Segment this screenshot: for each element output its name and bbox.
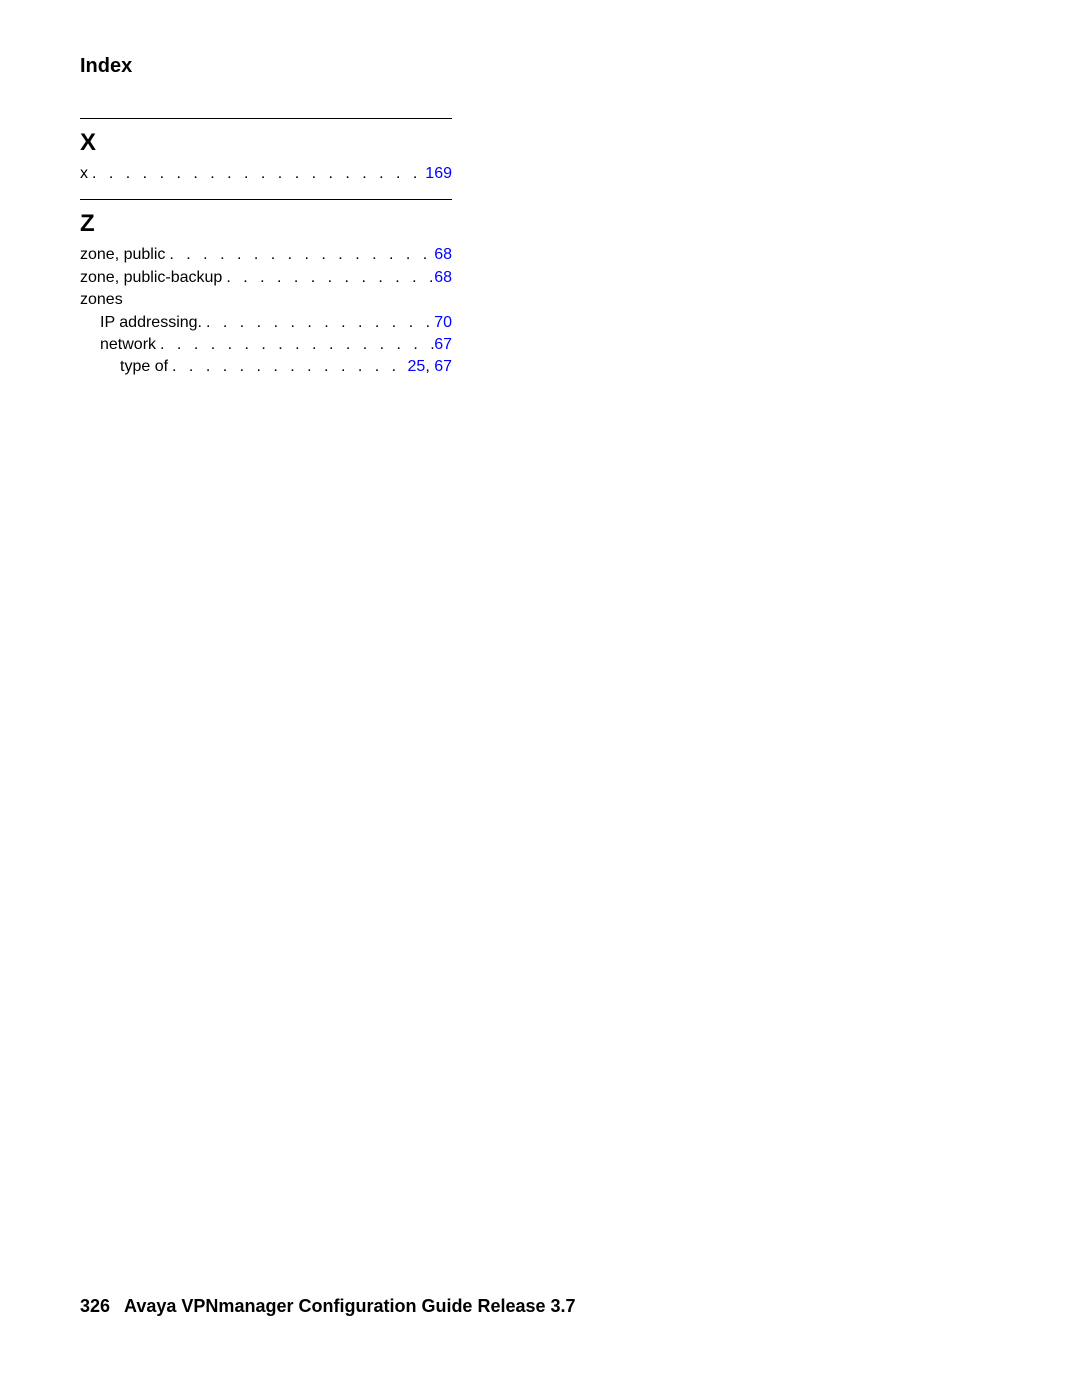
footer: 326 Avaya VPNmanager Configuration Guide … <box>80 1296 576 1317</box>
page-link[interactable]: 169 <box>425 165 452 182</box>
page-separator: , <box>425 358 434 375</box>
section-letter-x: X <box>80 129 452 157</box>
section-rule <box>80 199 452 200</box>
page-link[interactable]: 67 <box>434 336 452 353</box>
section-entries-x: x . . . . . . . . . . . . . . . . . . . … <box>80 163 452 185</box>
index-pages: 68 <box>434 267 452 289</box>
index-entry: zones <box>80 289 452 311</box>
dot-leaders: . . . . . . . . . . . . . . . . . . . . … <box>165 244 434 266</box>
index-subsubentry: type of . . . . . . . . . . . . . . . . … <box>80 356 452 378</box>
index-subentry: IP addressing. . . . . . . . . . . . . .… <box>80 312 452 334</box>
index-entry: x . . . . . . . . . . . . . . . . . . . … <box>80 163 452 185</box>
footer-page-number: 326 <box>80 1296 110 1316</box>
page-link[interactable]: 67 <box>434 358 452 375</box>
page-link[interactable]: 25 <box>408 358 426 375</box>
index-pages: 25, 67 <box>408 356 452 378</box>
page-link[interactable]: 70 <box>434 314 452 331</box>
footer-title: Avaya VPNmanager Configuration Guide Rel… <box>124 1296 575 1316</box>
index-term: network <box>100 334 156 356</box>
section-letter-z: Z <box>80 210 452 238</box>
page-link[interactable]: 68 <box>434 246 452 263</box>
index-pages: 169 <box>425 163 452 185</box>
index-pages: 70 <box>434 312 452 334</box>
dot-leaders: . . . . . . . . . . . . . . . . . . . . … <box>156 334 434 356</box>
index-term: IP addressing. <box>100 312 202 334</box>
index-entry: zone, public . . . . . . . . . . . . . .… <box>80 244 452 266</box>
dot-leaders: . . . . . . . . . . . . . . . . . . . . … <box>222 267 434 289</box>
index-entry: zone, public-backup . . . . . . . . . . … <box>80 267 452 289</box>
index-term: zones <box>80 291 123 308</box>
index-term: zone, public <box>80 244 165 266</box>
index-term: type of <box>120 356 168 378</box>
section-rule <box>80 118 452 119</box>
index-term: zone, public-backup <box>80 267 222 289</box>
index-pages: 68 <box>434 244 452 266</box>
index-column: X x . . . . . . . . . . . . . . . . . . … <box>80 118 452 379</box>
dot-leaders: . . . . . . . . . . . . . . . . . . . . … <box>88 163 425 185</box>
index-subentry: network . . . . . . . . . . . . . . . . … <box>80 334 452 356</box>
page-link[interactable]: 68 <box>434 269 452 286</box>
page-title: Index <box>80 55 1000 78</box>
dot-leaders: . . . . . . . . . . . . . . . . . . . . … <box>202 312 434 334</box>
section-entries-z: zone, public . . . . . . . . . . . . . .… <box>80 244 452 378</box>
page: Index X x . . . . . . . . . . . . . . . … <box>0 0 1080 1397</box>
index-term: x <box>80 163 88 185</box>
index-pages: 67 <box>434 334 452 356</box>
dot-leaders: . . . . . . . . . . . . . . . . . . . . … <box>168 356 407 378</box>
